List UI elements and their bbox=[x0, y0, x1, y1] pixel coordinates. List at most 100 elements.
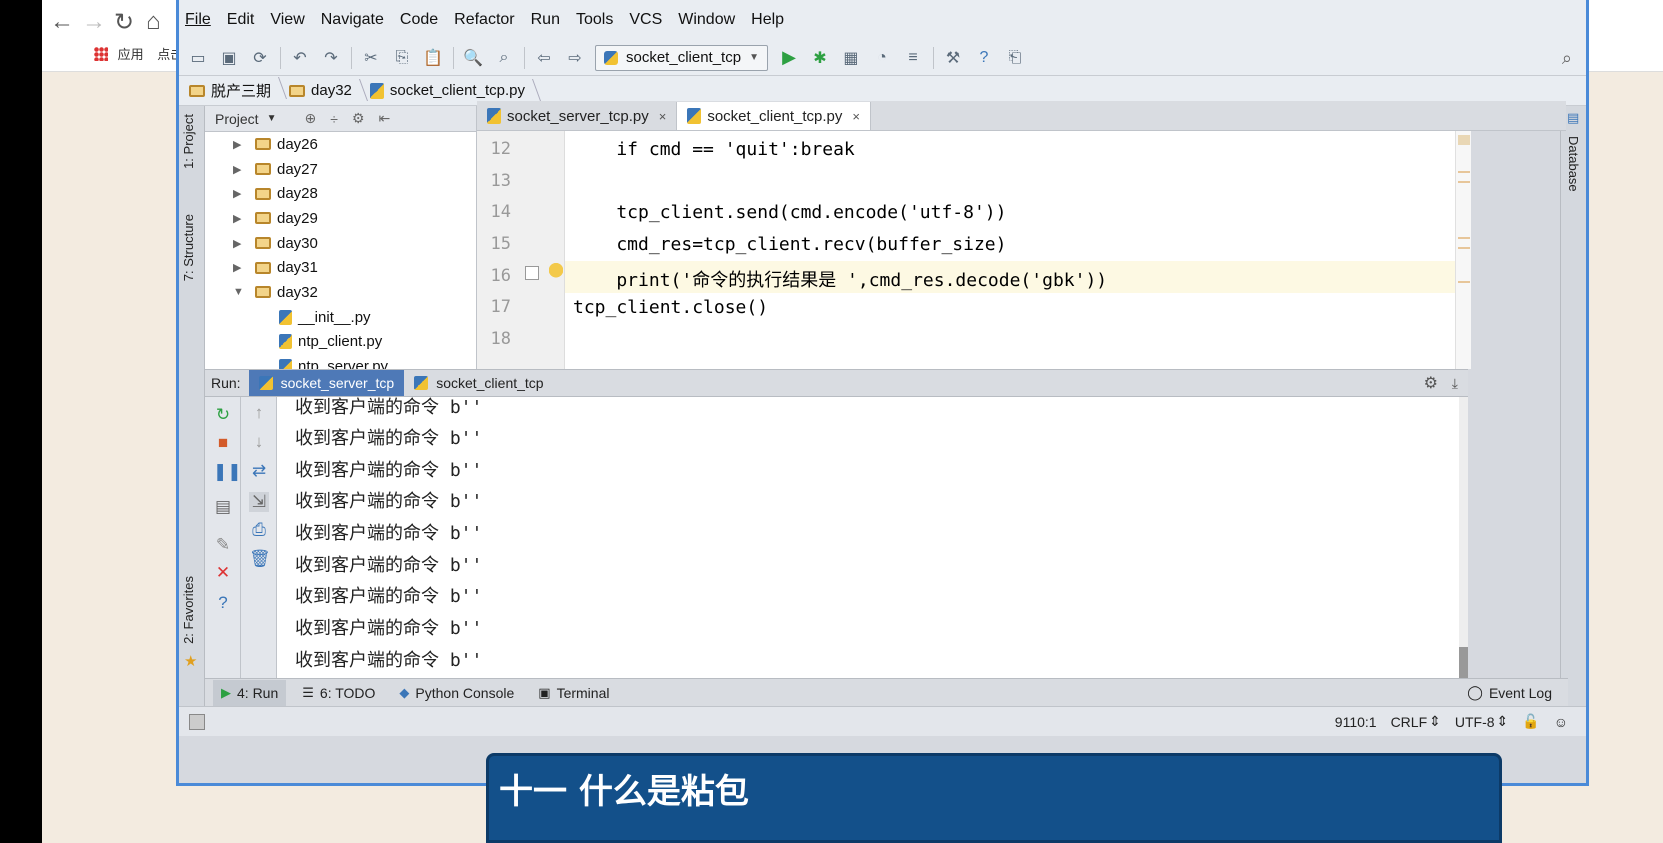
chevron-down-icon[interactable]: ▼ bbox=[267, 113, 277, 124]
target-icon[interactable]: ⊕ bbox=[304, 110, 316, 127]
bookmark-apps[interactable]: 应用 bbox=[118, 47, 144, 62]
run-console-output[interactable]: 收到客户端的命令 b'' 收到客户端的命令 b'' 收到客户端的命令 b'' 收… bbox=[277, 397, 1462, 678]
tab-terminal[interactable]: ▣ Terminal bbox=[530, 680, 617, 706]
cut-icon[interactable]: ✂ bbox=[360, 47, 382, 69]
stop-icon[interactable]: ■ bbox=[213, 433, 233, 453]
tab-python-console[interactable]: ◆ Python Console bbox=[391, 680, 522, 706]
breadcrumb-item[interactable]: 脱产三期 bbox=[189, 80, 289, 101]
run-tab-socket-server-tcp[interactable]: socket_server_tcp bbox=[248, 370, 405, 396]
tab-socket-client-tcp[interactable]: socket_client_tcp.py × bbox=[677, 102, 871, 130]
tree-item-day26[interactable]: ▶ day26 bbox=[205, 132, 476, 157]
menu-navigate[interactable]: Navigate bbox=[321, 11, 384, 29]
menu-vcs[interactable]: VCS bbox=[629, 11, 662, 29]
coverage-icon[interactable]: ▦ bbox=[840, 47, 862, 69]
search-everywhere-icon[interactable]: ⌕ bbox=[1562, 48, 1572, 69]
gear-icon[interactable]: ⚙ bbox=[352, 110, 365, 127]
redo-icon[interactable]: ↷ bbox=[320, 47, 342, 69]
open-folder-icon[interactable]: ▭ bbox=[187, 47, 209, 69]
close-icon[interactable]: ✕ bbox=[213, 563, 233, 583]
collapse-arrow-icon[interactable]: ▼ bbox=[233, 286, 247, 298]
collapse-all-icon[interactable]: ÷ bbox=[330, 111, 338, 127]
scroll-to-end-icon[interactable]: ⇲ bbox=[249, 492, 269, 512]
sync-icon[interactable]: ⟳ bbox=[249, 47, 271, 69]
menu-run[interactable]: Run bbox=[531, 11, 560, 29]
expand-arrow-icon[interactable]: ▶ bbox=[233, 261, 247, 274]
find-icon[interactable]: 🔍 bbox=[462, 47, 484, 69]
close-icon[interactable]: × bbox=[852, 109, 860, 124]
print-icon[interactable]: ⎙ bbox=[249, 520, 269, 540]
line-separator[interactable]: CRLF bbox=[1391, 714, 1428, 730]
apps-grid-icon[interactable] bbox=[94, 47, 108, 61]
tab-database[interactable]: Database bbox=[1566, 136, 1581, 192]
tree-item-init-py[interactable]: __init__.py bbox=[205, 305, 476, 330]
tree-item-day27[interactable]: ▶ day27 bbox=[205, 157, 476, 182]
menu-window[interactable]: Window bbox=[678, 11, 735, 29]
settings-wrench-icon[interactable]: ⚒ bbox=[942, 47, 964, 69]
menu-view[interactable]: View bbox=[270, 11, 304, 29]
up-arrow-icon[interactable]: ↑ bbox=[249, 403, 269, 423]
clear-all-icon[interactable]: 🗑 bbox=[249, 549, 271, 569]
tree-item-day28[interactable]: ▶ day28 bbox=[205, 181, 476, 206]
menu-file[interactable]: File bbox=[185, 11, 211, 29]
forward-arrow-icon[interactable]: → bbox=[82, 8, 106, 36]
gear-icon[interactable]: ⚙ bbox=[1424, 373, 1438, 393]
pin-tab-icon[interactable]: ✎ bbox=[213, 535, 233, 555]
run-tab-socket-client-tcp[interactable]: socket_client_tcp bbox=[404, 370, 553, 396]
console-scroll-thumb[interactable] bbox=[1459, 647, 1468, 678]
inspector-icon[interactable]: ☺ bbox=[1554, 714, 1568, 730]
menu-edit[interactable]: Edit bbox=[227, 11, 255, 29]
cursor-position[interactable]: 9110:1 bbox=[1335, 714, 1377, 730]
tree-item-day32[interactable]: ▼ day32 bbox=[205, 280, 476, 305]
expand-arrow-icon[interactable]: ▶ bbox=[233, 212, 247, 225]
menu-refactor[interactable]: Refactor bbox=[454, 11, 514, 29]
profile-icon[interactable]: ◔ bbox=[871, 47, 893, 69]
back-icon[interactable]: ⇦ bbox=[533, 47, 555, 69]
layout-icon[interactable]: ▤ bbox=[213, 497, 233, 517]
replace-icon[interactable]: ⌕ bbox=[493, 47, 515, 69]
reload-icon[interactable]: ↻ bbox=[114, 8, 134, 37]
breadcrumb-item[interactable]: socket_client_tcp.py bbox=[369, 82, 543, 99]
stop-list-icon[interactable]: ≡ bbox=[902, 47, 924, 69]
tab-favorites[interactable]: 2: Favorites bbox=[181, 576, 196, 644]
run-icon[interactable]: ▶ bbox=[778, 47, 800, 69]
editor-scrollbar[interactable] bbox=[1455, 131, 1471, 369]
tree-item-day30[interactable]: ▶ day30 bbox=[205, 231, 476, 256]
expand-arrow-icon[interactable]: ▶ bbox=[233, 138, 247, 151]
console-scrollbar[interactable] bbox=[1459, 397, 1468, 678]
file-encoding[interactable]: UTF-8 bbox=[1455, 714, 1495, 730]
tab-run[interactable]: ▶ 4: Run bbox=[213, 679, 287, 706]
help-icon[interactable]: ? bbox=[213, 593, 233, 613]
lock-icon[interactable]: 🔓 bbox=[1522, 713, 1539, 730]
down-arrow-icon[interactable]: ↓ bbox=[249, 432, 269, 452]
vcs-icon[interactable]: ⎗ bbox=[1004, 47, 1026, 69]
lightbulb-icon[interactable] bbox=[549, 263, 563, 281]
rerun-icon[interactable]: ↻ bbox=[213, 405, 233, 425]
tab-socket-server-tcp[interactable]: socket_server_tcp.py × bbox=[477, 102, 678, 130]
menu-help[interactable]: Help bbox=[751, 11, 784, 29]
menu-code[interactable]: Code bbox=[400, 11, 438, 29]
tab-structure[interactable]: 7: Structure bbox=[181, 214, 196, 281]
project-view-select[interactable]: Project bbox=[215, 111, 259, 127]
code-editor[interactable]: if cmd == 'quit':break tcp_client.send(c… bbox=[525, 131, 1455, 369]
expand-arrow-icon[interactable]: ▶ bbox=[233, 163, 247, 176]
breadcrumb-item[interactable]: day32 bbox=[289, 82, 370, 99]
tool-windows-toggle-icon[interactable] bbox=[189, 713, 205, 730]
tab-todo[interactable]: ☰ 6: TODO bbox=[294, 680, 383, 706]
hide-panel-icon[interactable]: ⇤ bbox=[378, 110, 390, 127]
expand-arrow-icon[interactable]: ▶ bbox=[233, 187, 247, 200]
debug-icon[interactable]: ✱ bbox=[809, 47, 831, 69]
soft-wrap-icon[interactable]: ⇄ bbox=[249, 461, 269, 481]
help-icon[interactable]: ? bbox=[973, 47, 995, 69]
expand-arrow-icon[interactable]: ▶ bbox=[233, 237, 247, 250]
tab-project[interactable]: 1: Project bbox=[181, 114, 196, 169]
save-icon[interactable]: ▣ bbox=[218, 47, 240, 69]
tree-item-day31[interactable]: ▶ day31 bbox=[205, 255, 476, 280]
menu-tools[interactable]: Tools bbox=[576, 11, 613, 29]
copy-icon[interactable]: ⎘ bbox=[391, 47, 413, 69]
undo-icon[interactable]: ↶ bbox=[289, 47, 311, 69]
home-icon[interactable]: ⌂ bbox=[146, 8, 161, 36]
forward-icon[interactable]: ⇨ bbox=[564, 47, 586, 69]
tree-item-day29[interactable]: ▶ day29 bbox=[205, 206, 476, 231]
tree-item-ntp-client[interactable]: ntp_client.py bbox=[205, 330, 476, 355]
pause-icon[interactable]: ❚❚ bbox=[213, 462, 242, 482]
